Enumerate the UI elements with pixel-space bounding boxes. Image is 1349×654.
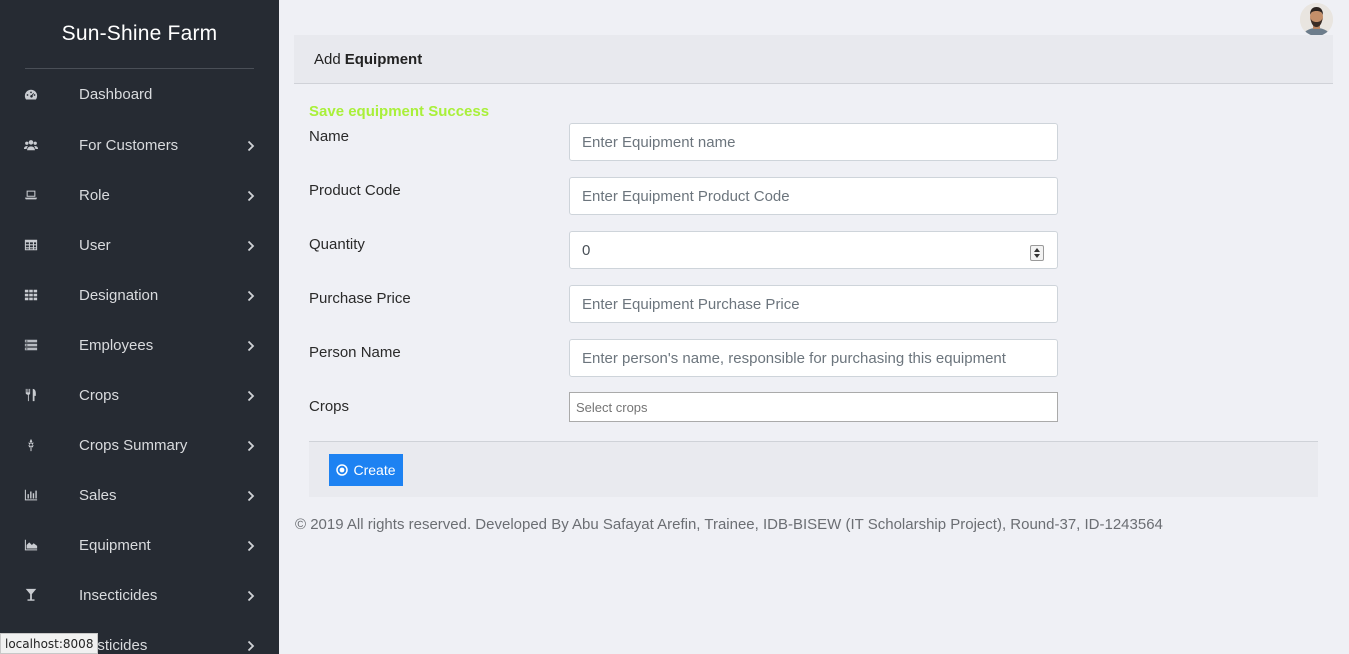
person-name-label: Person Name: [309, 344, 401, 361]
spinner-up-icon[interactable]: [1034, 248, 1040, 252]
sidebar-item-employees[interactable]: Employees: [0, 320, 279, 370]
brand-title[interactable]: Sun-Shine Farm: [0, 0, 279, 68]
product-code-placeholder: Enter Equipment Product Code: [582, 187, 790, 205]
sidebar-item-label: Sales: [79, 486, 117, 504]
area-chart-icon: [23, 537, 39, 553]
create-button-label: Create: [353, 462, 396, 478]
chevron-right-icon: [247, 539, 255, 552]
purchase-price-placeholder: Enter Equipment Purchase Price: [582, 295, 800, 313]
product-code-label: Product Code: [309, 182, 401, 199]
sidebar-item-label: Designation: [79, 286, 159, 304]
sidebar-item-equipment[interactable]: Equipment: [0, 520, 279, 570]
leaf-icon: [23, 437, 39, 453]
sidebar-item-label: Employees: [79, 336, 154, 354]
quantity-label: Quantity: [309, 236, 365, 253]
name-label: Name: [309, 128, 350, 145]
sidebar-item-designation[interactable]: Designation: [0, 270, 279, 320]
copyright-footer: © 2019 All rights reserved. Developed By…: [295, 516, 1163, 533]
sidebar-item-for-customers[interactable]: For Customers: [0, 120, 279, 170]
sidebar: Sun-Shine Farm Dashboard For Customers R…: [0, 0, 279, 654]
spinner-buttons[interactable]: [1030, 245, 1044, 261]
crops-select[interactable]: Select crops: [569, 392, 1058, 422]
dot-circle-icon: [336, 464, 349, 476]
sidebar-item-label: Crops Summary: [79, 436, 188, 454]
sidebar-item-label: Insecticides: [79, 586, 158, 604]
chevron-right-icon: [247, 389, 255, 402]
sidebar-item-user[interactable]: User: [0, 220, 279, 270]
spinner-down-icon[interactable]: [1034, 254, 1040, 258]
card-header-title: Equipment: [344, 50, 423, 68]
sidebar-item-dashboard[interactable]: Dashboard: [0, 69, 279, 120]
success-message: Save equipment Success: [309, 103, 490, 120]
bar-chart-icon: [23, 487, 39, 503]
sidebar-item-label: Crops: [79, 386, 120, 404]
chevron-right-icon: [247, 439, 255, 452]
laptop-icon: [23, 187, 39, 203]
create-button[interactable]: Create: [329, 454, 403, 486]
person-name-placeholder: Enter person's name, responsible for pur…: [582, 349, 1006, 367]
chevron-right-icon: [247, 639, 255, 652]
table-icon: [23, 237, 39, 253]
chevron-right-icon: [247, 139, 255, 152]
equipment-card: Add Equipment: [294, 35, 1333, 84]
chevron-right-icon: [247, 239, 255, 252]
avatar[interactable]: [1300, 3, 1333, 36]
sidebar-item-crops[interactable]: Crops: [0, 370, 279, 420]
sidebar-item-label: Role: [79, 186, 110, 204]
dashboard-icon: [23, 87, 39, 103]
sidebar-item-label: Equipment: [79, 536, 151, 554]
card-header: Add Equipment: [294, 35, 1333, 84]
status-bar-url: localhost:8008: [0, 633, 99, 654]
quantity-stepper[interactable]: 0: [569, 231, 1058, 269]
chevron-right-icon: [247, 189, 255, 202]
chevron-right-icon: [247, 589, 255, 602]
card-header-prefix: Add: [314, 50, 341, 68]
quantity-value: 0: [582, 241, 591, 259]
sidebar-item-sales[interactable]: Sales: [0, 470, 279, 520]
purchase-price-input[interactable]: Enter Equipment Purchase Price: [569, 285, 1058, 323]
chevron-right-icon: [247, 489, 255, 502]
product-code-input[interactable]: Enter Equipment Product Code: [569, 177, 1058, 215]
person-name-input[interactable]: Enter person's name, responsible for pur…: [569, 339, 1058, 377]
cutlery-icon: [23, 387, 39, 403]
grid-icon: [23, 287, 39, 303]
sidebar-item-label: For Customers: [79, 136, 179, 154]
crops-label: Crops: [309, 398, 350, 415]
sidebar-item-label: Dashboard: [79, 86, 153, 103]
purchase-price-label: Purchase Price: [309, 290, 411, 307]
sidebar-item-insecticides[interactable]: Insecticides: [0, 570, 279, 620]
chevron-right-icon: [247, 289, 255, 302]
crops-select-placeholder: Select crops: [576, 399, 648, 415]
list-icon: [23, 337, 39, 353]
sidebar-item-crops-summary[interactable]: Crops Summary: [0, 420, 279, 470]
name-input[interactable]: Enter Equipment name: [569, 123, 1058, 161]
chevron-right-icon: [247, 339, 255, 352]
sidebar-item-label: User: [79, 236, 111, 254]
users-icon: [23, 137, 39, 153]
form-footer: Create: [309, 441, 1318, 497]
glass-icon: [23, 587, 39, 603]
name-placeholder: Enter Equipment name: [582, 133, 736, 151]
sidebar-item-role[interactable]: Role: [0, 170, 279, 220]
sidebar-nav: Dashboard For Customers Role User Design…: [0, 69, 279, 654]
